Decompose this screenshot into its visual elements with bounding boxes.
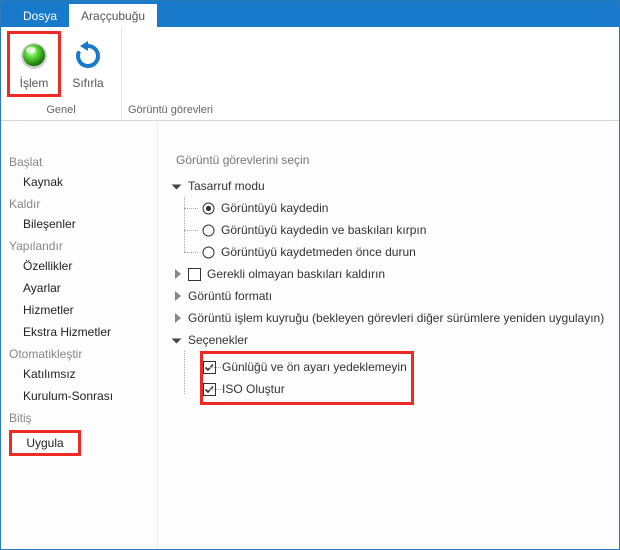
apply-label: Uygula [26, 436, 63, 450]
body: Başlat Kaynak Kaldır Bileşenler Yapıland… [1, 121, 619, 549]
sidebar-item-extras[interactable]: Ekstra Hizmetler [1, 321, 157, 343]
green-sphere-icon [17, 39, 51, 73]
sidebar-item-features[interactable]: Özellikler [1, 255, 157, 277]
radio-save-image[interactable]: Görüntüyü kaydedin [178, 197, 609, 219]
checkbox-no-backup[interactable]: Günlüğü ve ön ayarı yedeklemeyin [203, 356, 407, 378]
radio-unselected-icon [202, 246, 215, 259]
radio-stop-before-save-label: Görüntüyü kaydetmeden önce durun [221, 245, 416, 259]
process-button-label: İşlem [20, 76, 49, 90]
refresh-icon [71, 39, 105, 73]
tree-node-remove-editions[interactable]: Gerekli olmayan baskıları kaldırın [172, 263, 609, 285]
checkbox-create-iso[interactable]: ISO Oluştur [203, 378, 407, 400]
tree-label-options: Seçenekler [188, 333, 248, 347]
sidebar-head-configure: Yapılandır [1, 235, 157, 255]
checkbox-unchecked-icon[interactable] [188, 268, 201, 281]
ribbon-group-general: İşlem Sıfırla Genel [1, 27, 121, 120]
triangle-right-icon [172, 312, 184, 324]
sidebar-head-automate: Otomatikleştir [1, 343, 157, 363]
sidebar-item-post-setup[interactable]: Kurulum-Sonrası [1, 385, 157, 407]
sidebar-item-apply[interactable]: Uygula [9, 430, 81, 456]
triangle-down-icon [172, 334, 184, 346]
checkbox-create-iso-label: ISO Oluştur [222, 382, 285, 396]
ribbon-group-label-general: Genel [7, 102, 115, 118]
content-pane: Görüntü görevlerini seçin Tasarruf modu … [158, 121, 619, 549]
tab-file[interactable]: Dosya [11, 4, 69, 27]
tree-node-image-format[interactable]: Görüntü formatı [172, 285, 609, 307]
sidebar-item-components[interactable]: Bileşenler [1, 213, 157, 235]
task-tree: Tasarruf modu Görüntüyü kaydedin Görüntü… [172, 175, 609, 405]
triangle-right-icon [172, 268, 184, 280]
triangle-down-icon [172, 180, 184, 192]
sidebar-head-finish: Bitiş [1, 407, 157, 427]
app-window: Dosya Araççubuğu [0, 0, 620, 550]
content-title: Görüntü görevlerini seçin [172, 153, 609, 167]
sidebar-item-settings[interactable]: Ayarlar [1, 277, 157, 299]
radio-stop-before-save[interactable]: Görüntüyü kaydetmeden önce durun [178, 241, 609, 263]
sidebar-head-start: Başlat [1, 151, 157, 171]
sidebar-item-unattended[interactable]: Katılımsız [1, 363, 157, 385]
radio-save-trim-label: Görüntüyü kaydedin ve baskıları kırpın [221, 223, 426, 237]
checkbox-checked-icon [203, 383, 216, 396]
tree-label-remove-editions: Gerekli olmayan baskıları kaldırın [207, 267, 385, 281]
radio-unselected-icon [202, 224, 215, 237]
tabs-bar: Dosya Araççubuğu [1, 1, 619, 27]
radio-selected-icon [202, 202, 215, 215]
tree-label-image-format: Görüntü formatı [188, 289, 272, 303]
sidebar: Başlat Kaynak Kaldır Bileşenler Yapıland… [1, 121, 158, 549]
ribbon-group-image-tasks: Görüntü görevleri [121, 27, 219, 120]
sidebar-head-remove: Kaldır [1, 193, 157, 213]
checkbox-no-backup-label: Günlüğü ve ön ayarı yedeklemeyin [222, 360, 407, 374]
reset-button-label: Sıfırla [72, 76, 103, 90]
tree-label-process-queue: Görüntü işlem kuyruğu (bekleyen görevler… [188, 311, 604, 325]
sidebar-item-source[interactable]: Kaynak [1, 171, 157, 193]
radio-save-trim[interactable]: Görüntüyü kaydedin ve baskıları kırpın [178, 219, 609, 241]
tree-node-save-mode[interactable]: Tasarruf modu [172, 175, 609, 197]
radio-save-image-label: Görüntüyü kaydedin [221, 201, 328, 215]
tab-toolbar[interactable]: Araççubuğu [69, 4, 157, 27]
ribbon: İşlem Sıfırla Genel Görüntü görev [1, 27, 619, 121]
process-button[interactable]: İşlem [7, 31, 61, 97]
tree-node-process-queue[interactable]: Görüntü işlem kuyruğu (bekleyen görevler… [172, 307, 609, 329]
triangle-right-icon [172, 290, 184, 302]
tree-node-options[interactable]: Seçenekler [172, 329, 609, 351]
tree-label-save-mode: Tasarruf modu [188, 179, 265, 193]
sidebar-item-services[interactable]: Hizmetler [1, 299, 157, 321]
options-highlight-box: Günlüğü ve ön ayarı yedeklemeyin ISO Olu… [200, 351, 414, 405]
ribbon-group-label-image-tasks: Görüntü görevleri [128, 102, 213, 118]
reset-button[interactable]: Sıfırla [61, 31, 115, 97]
checkbox-checked-icon [203, 361, 216, 374]
